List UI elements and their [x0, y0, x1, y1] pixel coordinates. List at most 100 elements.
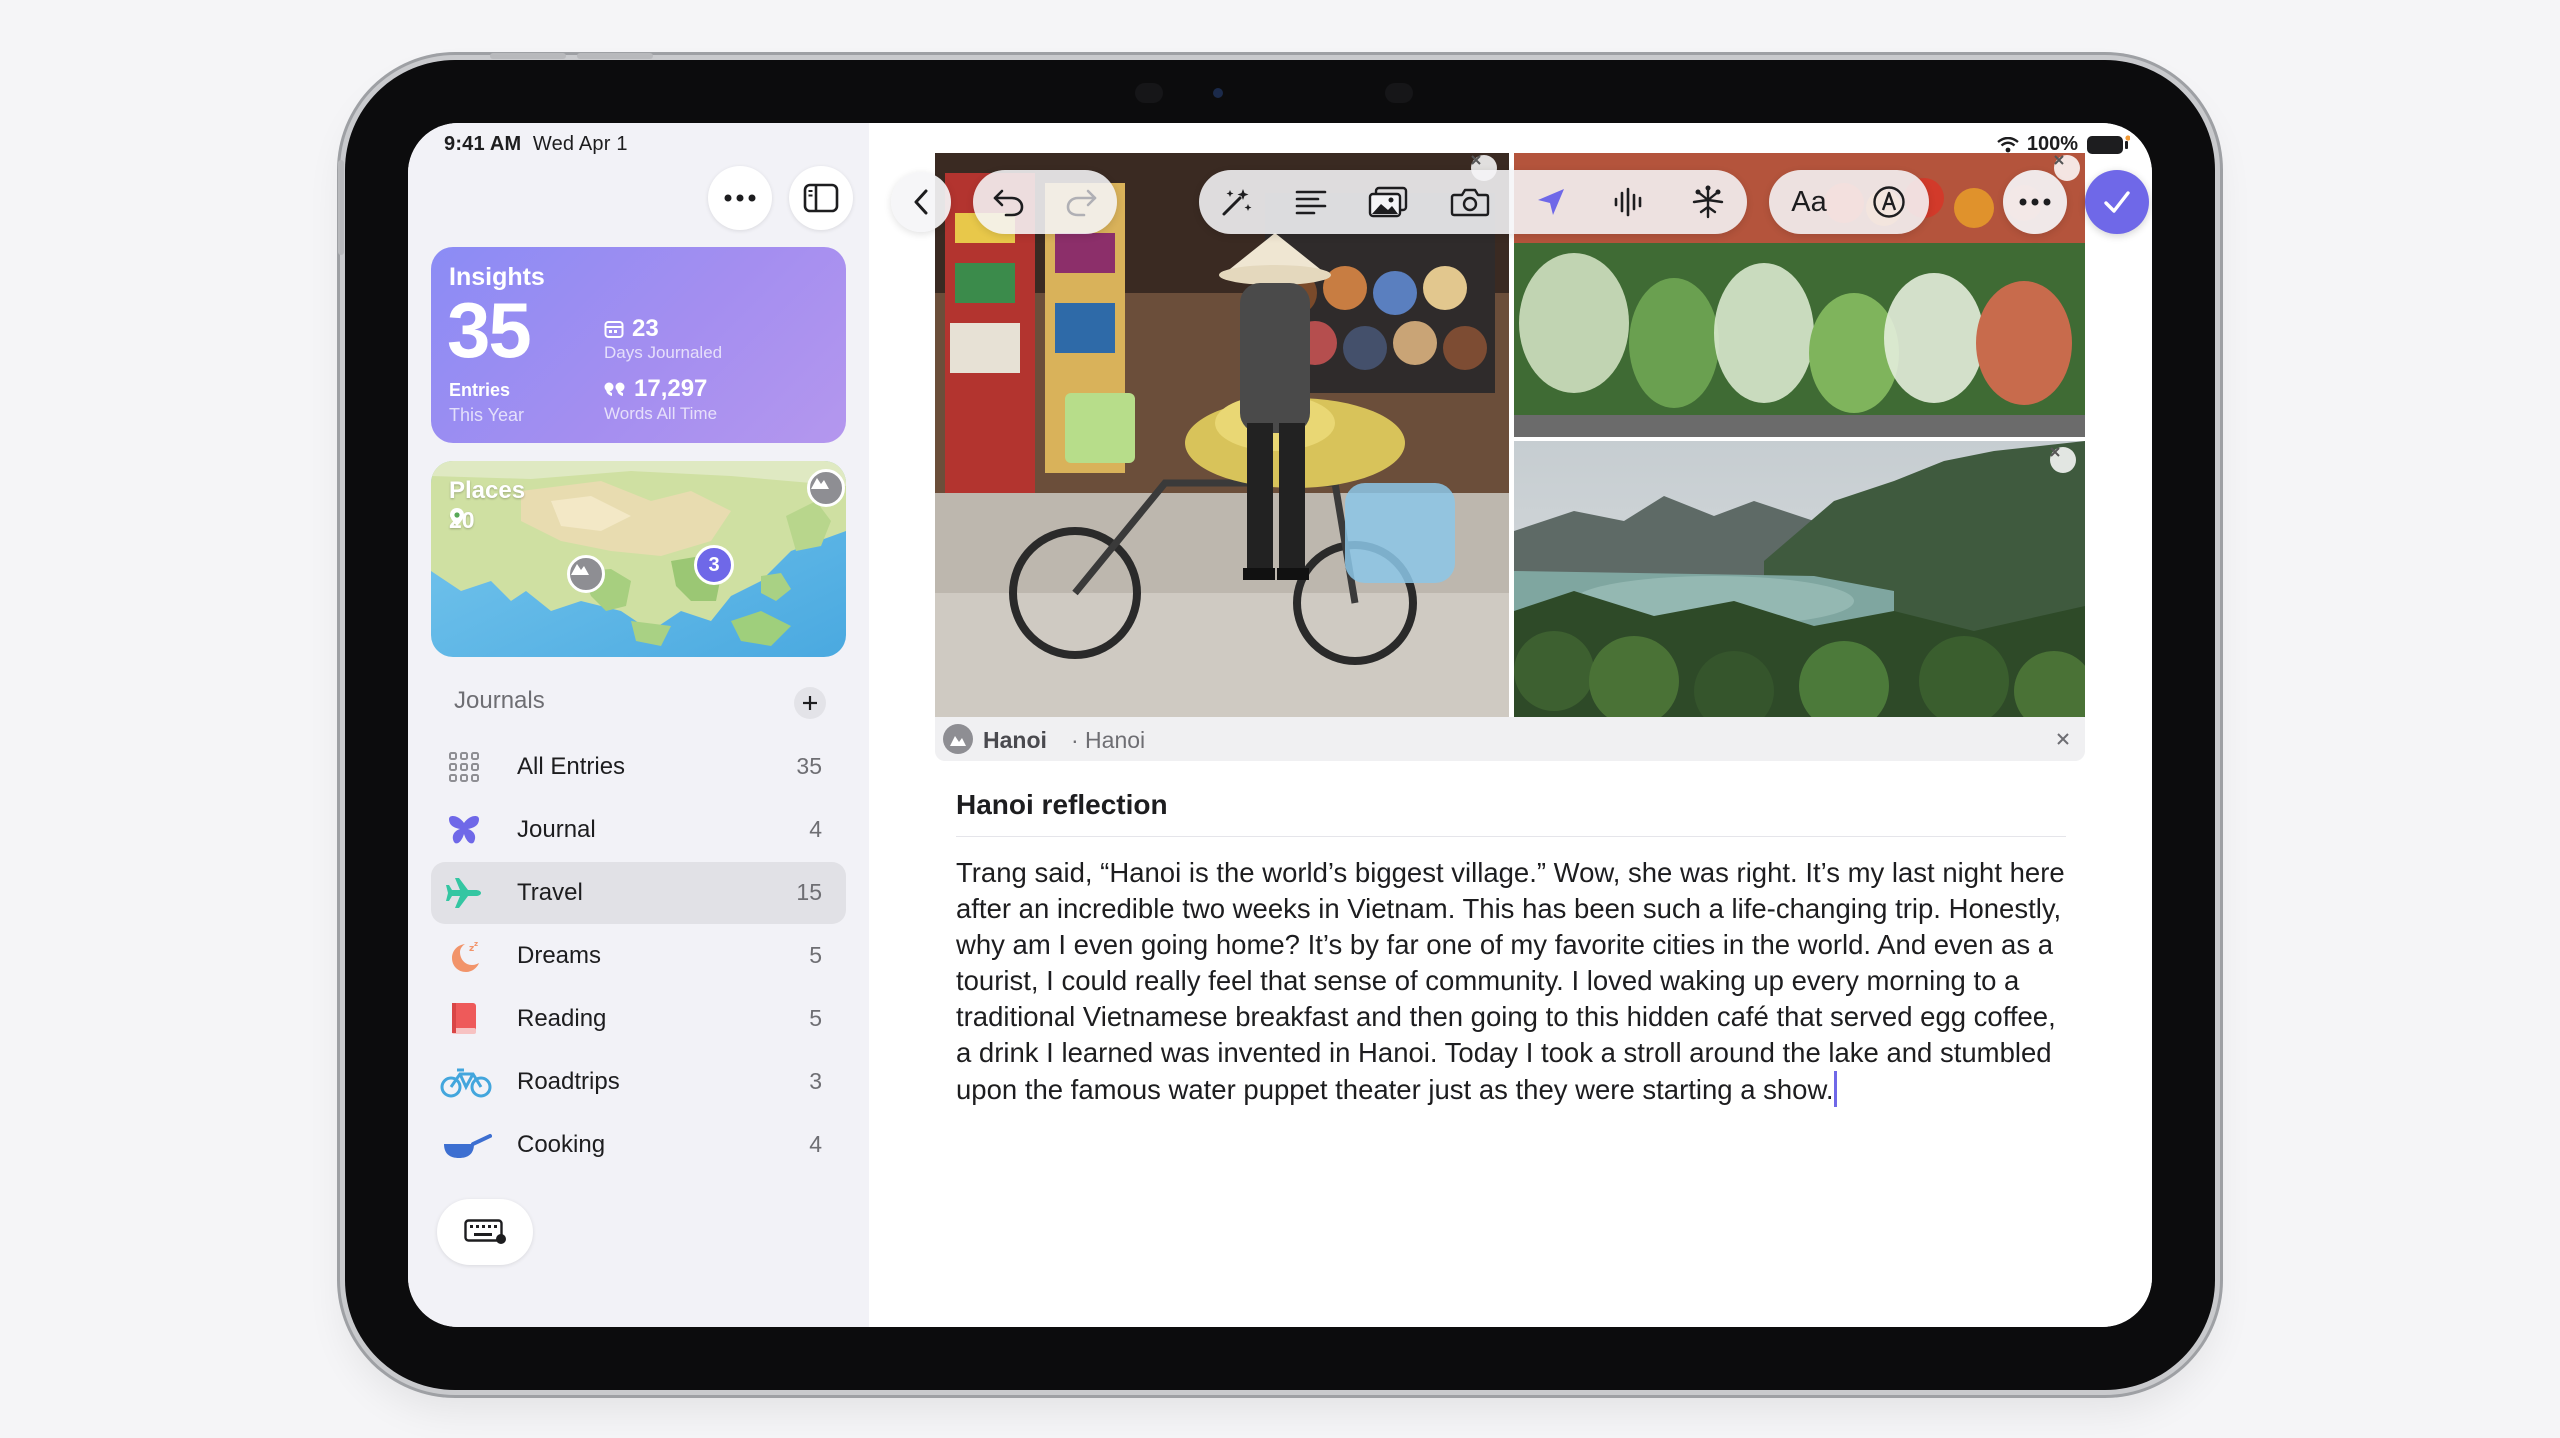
map-photo-pin[interactable]: [807, 469, 845, 507]
bicycle-icon: [439, 1064, 493, 1100]
location-name: Hanoi: [983, 727, 1047, 753]
more-button[interactable]: [2003, 170, 2067, 234]
undo-redo-group: [973, 170, 1117, 234]
entry-body-text: Trang said, “Hanoi is the world’s bigges…: [956, 857, 2065, 1105]
entries-sublabel: This Year: [449, 405, 525, 425]
butterfly-icon: [445, 812, 483, 848]
text-format-button[interactable]: Aa: [1769, 170, 1849, 234]
text-cursor: [1834, 1071, 1838, 1107]
places-card[interactable]: Places 20 3: [431, 461, 846, 657]
chevron-left-icon: [914, 189, 928, 215]
status-indicators: 100%: [1997, 133, 2130, 156]
journal-item-label: Travel: [517, 879, 583, 906]
photo-library-icon: [1368, 186, 1407, 218]
toggle-sidebar-button[interactable]: [789, 166, 853, 230]
more-options-button[interactable]: [708, 166, 772, 230]
journal-item-label: Reading: [517, 1005, 607, 1032]
entries-label: Entries: [449, 380, 511, 400]
checkmark-icon: [2104, 191, 2130, 213]
redo-icon: [1066, 189, 1097, 217]
map-photo-pin[interactable]: [567, 555, 605, 593]
remove-photo-button[interactable]: [2054, 155, 2080, 181]
journal-item-all-entries[interactable]: All Entries 35: [431, 736, 846, 798]
insights-card[interactable]: Insights 35 Entries This Year 23 Days Jo…: [431, 247, 846, 443]
ellipsis-icon: [2019, 198, 2051, 206]
journal-item-journal[interactable]: Journal 4: [431, 799, 846, 861]
insert-toolbar: [1199, 170, 1747, 234]
done-button[interactable]: [2085, 170, 2149, 234]
landscape-icon: [950, 736, 966, 746]
calendar-icon: [604, 321, 624, 338]
landscape-icon: [571, 564, 589, 575]
landscape-icon: [811, 478, 829, 489]
state-of-mind-button[interactable]: [1668, 170, 1747, 234]
location-attachment[interactable]: Hanoi · Hanoi: [935, 717, 2085, 761]
front-sensor: [1135, 83, 1163, 103]
writing-tools-button[interactable]: [1199, 170, 1276, 234]
close-icon: [2050, 447, 2060, 457]
airplane-icon: [445, 875, 483, 911]
photo-market-vendor[interactable]: [935, 153, 1509, 719]
days-label: Days Journaled: [604, 343, 723, 362]
entry-body-editor[interactable]: Trang said, “Hanoi is the world’s bigges…: [956, 855, 2076, 1108]
svg-text:z: z: [474, 940, 478, 948]
journal-item-count: 5: [809, 1005, 822, 1031]
camera-icon: [1450, 188, 1490, 217]
journal-item-label: All Entries: [517, 753, 626, 780]
audio-button[interactable]: [1590, 170, 1669, 234]
wifi-icon: [1997, 136, 2019, 152]
keyboard-icon: [464, 1219, 506, 1244]
journal-item-cooking[interactable]: Cooking 4: [431, 1114, 846, 1176]
moon-icon: zz: [445, 938, 483, 974]
close-icon: [2057, 733, 2069, 745]
close-icon: [2054, 155, 2064, 165]
grid-icon: [445, 749, 483, 785]
photo-library-button[interactable]: [1346, 170, 1429, 234]
journal-item-label: Dreams: [517, 942, 602, 969]
places-count-row: 20: [449, 507, 475, 534]
ellipsis-icon: [724, 194, 756, 202]
photo-bay-landscape[interactable]: [1514, 441, 2085, 719]
location-button[interactable]: [1511, 170, 1590, 234]
format-toolbar: Aa: [1769, 170, 1929, 234]
remove-location-button[interactable]: [2051, 727, 2075, 751]
entry-title[interactable]: Hanoi reflection: [956, 789, 1168, 821]
suggestions-button[interactable]: [1276, 170, 1347, 234]
add-journal-button[interactable]: [794, 687, 826, 719]
battery-icon: [2087, 134, 2130, 154]
redo-button[interactable]: [1045, 170, 1117, 234]
markup-button[interactable]: [1849, 170, 1929, 234]
location-arrow-icon: [1537, 189, 1564, 215]
journal-item-count: 4: [809, 816, 822, 842]
keyboard-button[interactable]: [437, 1199, 533, 1265]
undo-button[interactable]: [973, 170, 1045, 234]
pan-icon: [439, 1127, 493, 1163]
back-button[interactable]: [891, 172, 951, 232]
screen: 9:41 AM Wed Apr 1 Insights 35 Entries Th…: [408, 123, 2152, 1327]
places-title: Places: [449, 477, 526, 504]
journal-item-label: Journal: [517, 816, 596, 843]
journal-item-label: Cooking: [517, 1131, 606, 1158]
camera-button[interactable]: [1429, 170, 1512, 234]
map-cluster-badge[interactable]: 3: [694, 545, 734, 585]
magic-wand-icon: [1222, 189, 1252, 216]
plus-icon: [803, 696, 817, 710]
location-thumbnail: [943, 724, 973, 754]
journal-item-dreams[interactable]: zz Dreams 5: [431, 925, 846, 987]
waveform-icon: [1614, 187, 1642, 217]
location-subtitle: · Hanoi: [1071, 727, 1146, 753]
remove-photo-button[interactable]: [2050, 447, 2076, 473]
days-journaled-value: 23: [604, 315, 659, 343]
top-button-right: [577, 53, 653, 59]
status-time: 9:41 AM Wed Apr 1: [444, 133, 628, 156]
close-icon: [1471, 155, 1481, 165]
journal-item-reading[interactable]: Reading 5: [431, 988, 846, 1050]
ipad-device: 9:41 AM Wed Apr 1 Insights 35 Entries Th…: [338, 53, 2215, 1390]
journal-item-roadtrips[interactable]: Roadtrips 3: [431, 1051, 846, 1113]
entry-editor: 100% Aa Hanoi · Hanoi Hanoi reflection T…: [869, 123, 2152, 1327]
journal-item-count: 3: [809, 1068, 822, 1094]
journal-item-travel[interactable]: Travel 15: [431, 862, 846, 924]
words-value: 17,297: [634, 375, 708, 402]
journals-header: Journals: [454, 687, 545, 714]
entries-count: 35: [447, 286, 532, 374]
